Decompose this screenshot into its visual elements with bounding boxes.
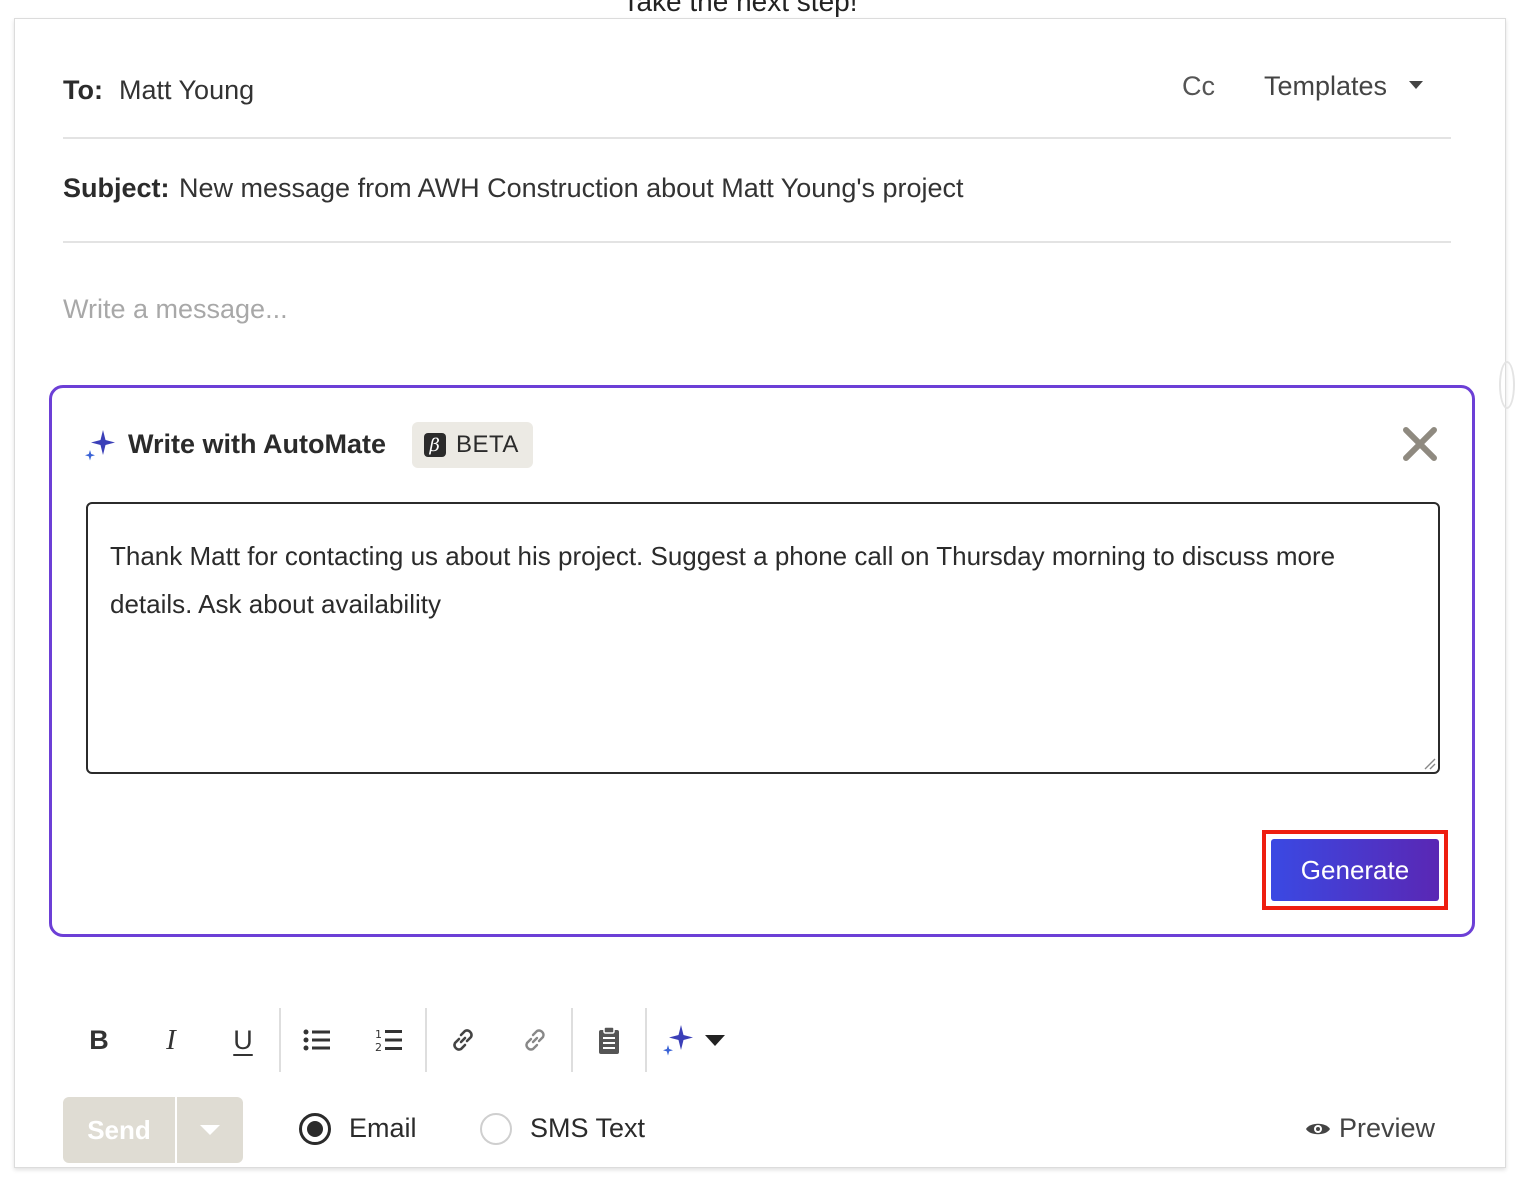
to-recipient[interactable]: Matt Young [119,75,254,106]
templates-label: Templates [1263,71,1387,101]
automate-menu-button[interactable] [647,1010,739,1070]
close-icon[interactable] [1402,426,1438,462]
sparkle-icon [663,1025,693,1056]
bold-button[interactable]: B [63,1010,135,1070]
subject-label: Subject: [63,173,170,203]
message-input[interactable]: Write a message... [63,294,288,325]
subject-row: Subject: New message from AWH Constructi… [63,137,1451,243]
generate-button[interactable]: Generate [1271,839,1439,901]
beta-badge: β BETA [412,422,533,468]
chevron-down-icon [200,1125,220,1135]
formatting-toolbar: B I U 1 2 [63,1004,739,1076]
to-label: To: [63,75,103,105]
sms-radio[interactable] [480,1113,512,1145]
sparkle-icon [85,430,115,461]
eye-icon [1305,1123,1330,1134]
clipboard-button[interactable] [573,1010,645,1070]
send-options-button[interactable] [177,1097,243,1163]
preview-label: Preview [1338,1113,1435,1143]
clipboard-icon [599,1026,619,1054]
unlink-button[interactable] [499,1010,571,1070]
underline-icon: U [233,1024,253,1055]
send-group: Send [63,1097,243,1163]
automate-prompt-input[interactable]: Thank Matt for contacting us about his p… [86,502,1440,774]
link-icon [453,1029,473,1051]
sms-radio-label[interactable]: SMS Text [530,1113,645,1144]
preview-button[interactable]: Preview [1305,1113,1435,1144]
svg-text:2: 2 [375,1041,382,1053]
email-radio-label[interactable]: Email [349,1113,417,1144]
generate-button-highlight: Generate [1262,830,1448,910]
side-handle[interactable] [1499,361,1515,409]
italic-button[interactable]: I [135,1010,207,1070]
automate-title: Write with AutoMate [128,429,386,459]
send-button[interactable]: Send [63,1097,175,1163]
chevron-down-icon [705,1034,725,1046]
numbered-list-icon: 1 2 [375,1028,402,1053]
bullet-list-icon [303,1029,330,1051]
numbered-list-button[interactable]: 1 2 [353,1010,425,1070]
resize-handle-icon[interactable] [1422,756,1436,770]
automate-panel: Write with AutoMate β BETA Thank Matt fo… [49,385,1475,937]
underline-button[interactable]: U [207,1010,279,1070]
svg-text:1: 1 [375,1028,382,1041]
bullet-list-button[interactable] [281,1010,353,1070]
compose-card: To: Matt Young Cc Templates Subject: New… [14,18,1515,1168]
to-row: To: Matt Young Cc Templates [63,55,1451,139]
cc-button[interactable]: Cc [1182,71,1215,102]
link-button[interactable] [427,1010,499,1070]
email-radio[interactable] [299,1113,331,1145]
templates-dropdown[interactable]: Templates [1264,71,1423,102]
beta-label: BETA [456,431,519,458]
bold-icon: B [89,1024,109,1055]
caret-down-icon [1409,80,1423,89]
page-heading: Take the next step! [622,0,858,17]
subject-input[interactable]: New message from AWH Construction about … [179,173,964,204]
italic-icon: I [166,1023,176,1056]
unlink-icon [525,1029,545,1051]
beta-icon: β [424,433,446,457]
prompt-text: Thank Matt for contacting us about his p… [110,541,1336,619]
